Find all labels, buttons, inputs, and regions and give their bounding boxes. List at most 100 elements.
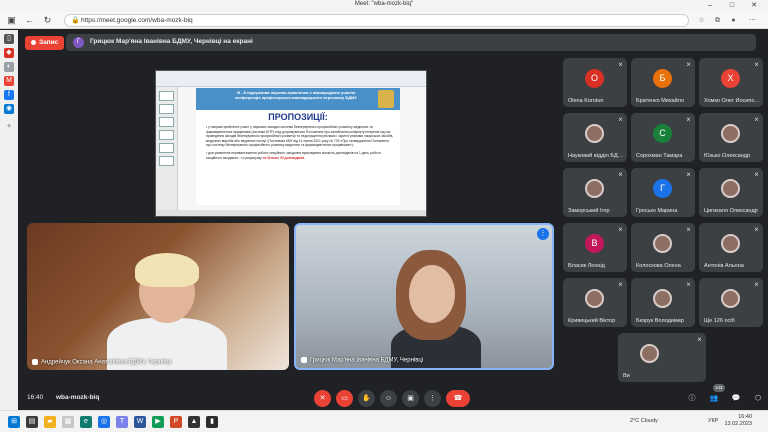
sidebar-audio-icon[interactable]: ◐ bbox=[4, 62, 14, 72]
people-icon[interactable]: 👥 bbox=[708, 393, 720, 405]
slide-thumbnail bbox=[159, 104, 174, 114]
collections-icon[interactable]: ⧉ bbox=[713, 16, 722, 25]
mic-muted-icon: ⨯ bbox=[753, 282, 759, 288]
terminal-icon[interactable]: ▮ bbox=[206, 416, 218, 428]
participant-tile[interactable]: ⨯ Науковий відділ БДМУ bbox=[563, 113, 627, 162]
presentation-status-bar bbox=[156, 210, 426, 216]
more-menu-icon[interactable]: ⋯ bbox=[748, 16, 757, 25]
participant-tile[interactable]: ⨯ Ви bbox=[618, 333, 706, 382]
language-indicator[interactable]: УКР bbox=[708, 418, 718, 424]
app-icon[interactable]: ▦ bbox=[62, 416, 74, 428]
powerpoint-icon[interactable]: P bbox=[170, 416, 182, 428]
clock-date: 13.02.2023 bbox=[724, 421, 752, 427]
participant-tile[interactable]: ⨯ Х Хомко Олег Йосипович bbox=[699, 58, 763, 107]
raise-hand-button[interactable]: ✋ bbox=[358, 390, 375, 407]
participant-tile[interactable]: ⨯ Кривецький Віктор bbox=[563, 278, 627, 327]
present-button[interactable]: ▣ bbox=[402, 390, 419, 407]
participant-name: Власик Леонід bbox=[568, 263, 605, 269]
mic-icon bbox=[32, 359, 38, 366]
participant-tile[interactable]: ⨯ Заморський Ігор bbox=[563, 168, 627, 217]
reactions-button[interactable]: ☺ bbox=[380, 390, 397, 407]
chat-icon[interactable]: 💬 bbox=[730, 393, 742, 405]
meeting-controls: 16:40 wba-mozk-biq ✕ ▭ ✋ ☺ ▣ ⋮ ☎ ⓘ 👥 143… bbox=[18, 384, 768, 410]
participant-photo bbox=[653, 234, 672, 253]
slide-thumbnail bbox=[159, 156, 174, 166]
activities-icon[interactable]: ⬡ bbox=[752, 393, 764, 405]
participant-name: Сорохман Тамара bbox=[636, 153, 683, 159]
sidebar-search-icon[interactable]: ▯ bbox=[4, 34, 14, 44]
sidebar-social-icon[interactable]: f bbox=[4, 90, 14, 100]
app-icon[interactable]: ▲ bbox=[188, 416, 200, 428]
mic-muted-icon: ⨯ bbox=[696, 337, 702, 343]
back-icon[interactable]: ← bbox=[24, 15, 35, 26]
participant-photo bbox=[640, 344, 659, 363]
sidebar-mail-icon[interactable]: M bbox=[4, 76, 14, 86]
sidebar-app-icon[interactable]: ◆ bbox=[4, 48, 14, 58]
people-count-badge: 143 bbox=[713, 384, 725, 392]
slide-thumbnail bbox=[159, 117, 174, 127]
slide-thumbnail bbox=[159, 143, 174, 153]
reload-icon[interactable]: ↻ bbox=[42, 15, 53, 26]
slide-banner: IIІ - й підсумкова науково-практична з м… bbox=[196, 88, 400, 110]
participant-tile[interactable]: ⨯ Цигикало Олександр bbox=[699, 168, 763, 217]
participant-tile[interactable]: ⨯ Г Гресько Марина bbox=[631, 168, 695, 217]
mic-muted-icon: ⨯ bbox=[617, 62, 623, 68]
university-emblem-icon bbox=[378, 90, 394, 108]
sidebar-outlook-icon[interactable]: ◉ bbox=[4, 104, 14, 114]
presenter-banner: Г Грицюк Мар'яна Іванівна БДМУ, Чернівці… bbox=[66, 34, 756, 51]
participant-tile[interactable]: ⨯ О Olena Korotun bbox=[563, 58, 627, 107]
participant-tile[interactable]: ⨯ Ще 126 осіб bbox=[699, 278, 763, 327]
favorites-icon[interactable]: ☆ bbox=[697, 16, 706, 25]
more-options-button[interactable]: ⋮ bbox=[424, 390, 441, 407]
close-icon[interactable]: ✕ bbox=[744, 0, 764, 12]
camera-toggle-button[interactable]: ▭ bbox=[336, 390, 353, 407]
recording-badge[interactable]: Запис bbox=[25, 36, 65, 50]
participant-name: Колоскова Олена bbox=[636, 263, 681, 269]
minimize-icon[interactable]: – bbox=[700, 0, 720, 12]
mic-muted-icon: ⨯ bbox=[685, 172, 691, 178]
profile-icon[interactable]: ● bbox=[729, 16, 738, 25]
edge-icon[interactable]: e bbox=[80, 416, 92, 428]
participant-face-front bbox=[409, 265, 455, 323]
participant-tile[interactable]: ⨯ В Власик Леонід bbox=[563, 223, 627, 272]
mic-toggle-button[interactable]: ✕ bbox=[314, 390, 331, 407]
participant-tile[interactable]: ⨯ Б Братенко Михайло bbox=[631, 58, 695, 107]
weather-widget[interactable]: 2°C Cloudy bbox=[630, 418, 658, 424]
video-tile[interactable]: Андрейчук Оксана Анатоліївна БДМУ, Черні… bbox=[27, 223, 289, 370]
presenter-text: Грицюк Мар'яна Іванівна БДМУ, Чернівці н… bbox=[90, 38, 253, 45]
file-explorer-icon[interactable]: ▰ bbox=[44, 416, 56, 428]
participant-tile[interactable]: ⨯ С Сорохман Тамара bbox=[631, 113, 695, 162]
video-name: Грицюк Мар'яна Іванівна БДМУ, Чернівці bbox=[310, 358, 424, 364]
task-view-icon[interactable]: ▤ bbox=[26, 416, 38, 428]
participant-tile[interactable]: ⨯ Безрук Володимир bbox=[631, 278, 695, 327]
mic-icon bbox=[301, 357, 307, 364]
participant-name: Olena Korotun bbox=[568, 98, 604, 104]
mic-muted-icon: ⨯ bbox=[685, 282, 691, 288]
participant-tile[interactable]: ⨯ Юзько Олександр bbox=[699, 113, 763, 162]
teams-icon[interactable]: T bbox=[116, 416, 128, 428]
mic-muted-icon: ⨯ bbox=[617, 227, 623, 233]
address-bar[interactable]: 🔒 https://meet.google.com/wba-mozk-biq bbox=[64, 14, 689, 27]
meeting-info-icon[interactable]: ⓘ bbox=[686, 393, 698, 405]
os-taskbar: ⊞ ▤ ▰ ▦ e ◎ T W ▶ P ▲ ▮ 2°C Cloudy УКР 1… bbox=[0, 410, 768, 432]
clock[interactable]: 16:40 13.02.2023 bbox=[722, 414, 752, 428]
slide-paragraph-2: • для уникнення перевантаження роботи се… bbox=[206, 151, 394, 160]
participant-tile[interactable]: ⨯ Антонів Альона bbox=[699, 223, 763, 272]
start-icon[interactable]: ⊞ bbox=[8, 416, 20, 428]
sidebar-add-icon[interactable]: + bbox=[4, 122, 14, 132]
browser-taskbar-icon[interactable]: ◎ bbox=[98, 416, 110, 428]
maximize-icon[interactable]: □ bbox=[722, 0, 742, 12]
word-icon[interactable]: W bbox=[134, 416, 146, 428]
mic-muted-icon: ⨯ bbox=[617, 282, 623, 288]
video-tile-active-speaker[interactable]: ⋮ Грицюк Мар'яна Іванівна БДМУ, Чернівці bbox=[294, 223, 554, 370]
tab-actions-icon[interactable]: ▣ bbox=[6, 15, 17, 26]
browser-nav-bar: ▣ ← ↻ 🔒 https://meet.google.com/wba-mozk… bbox=[0, 12, 768, 29]
participant-photo bbox=[653, 289, 672, 308]
leave-call-button[interactable]: ☎ bbox=[446, 390, 470, 407]
speaking-indicator-icon: ⋮ bbox=[537, 228, 549, 240]
slide-thumbnail bbox=[159, 130, 174, 140]
participant-tile[interactable]: ⨯ Колоскова Олена bbox=[631, 223, 695, 272]
meet-taskbar-icon[interactable]: ▶ bbox=[152, 416, 164, 428]
mic-muted-icon: ⨯ bbox=[753, 227, 759, 233]
browser-title-bar: Meet: "wba-mozk-biq" – □ ✕ bbox=[0, 0, 768, 12]
